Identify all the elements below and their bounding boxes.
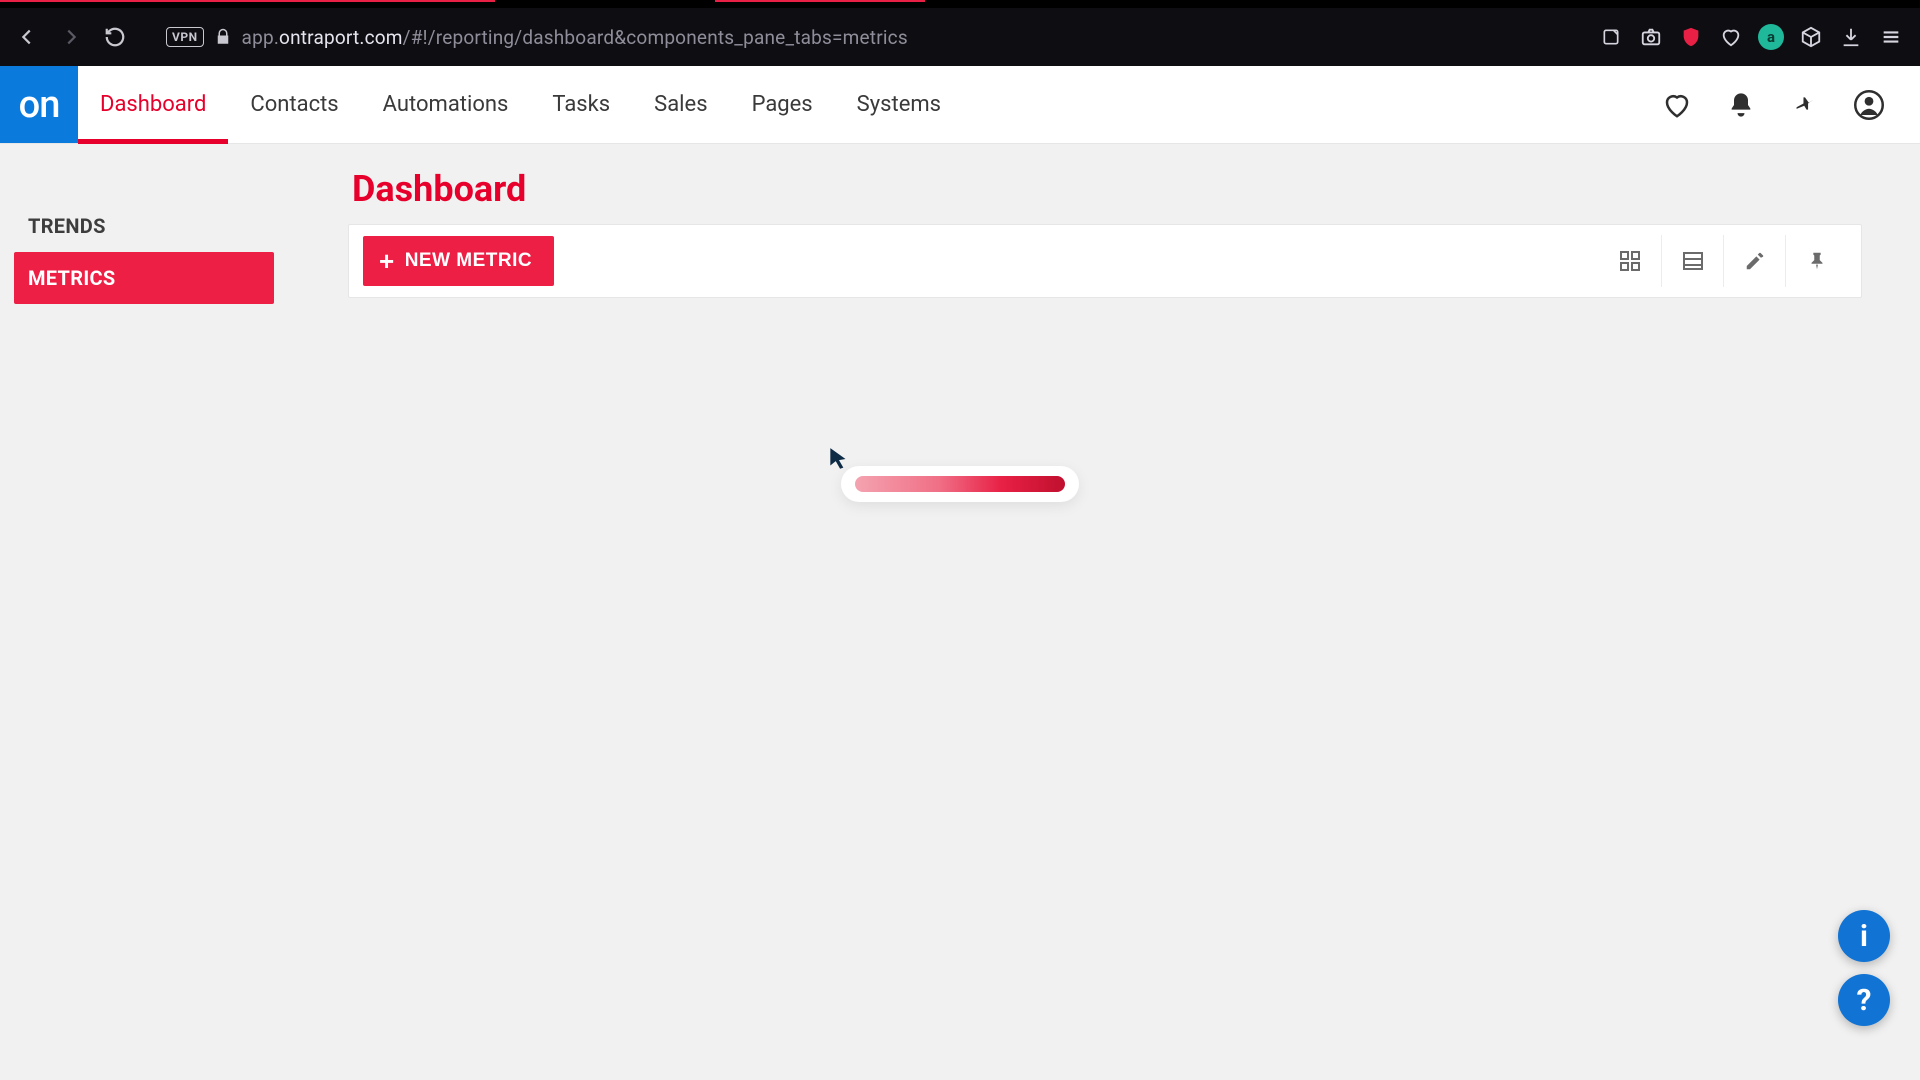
header-right [1662,66,1920,143]
nav-contacts[interactable]: Contacts [228,66,360,143]
toolbar: + NEW METRIC [348,224,1862,298]
new-metric-button[interactable]: + NEW METRIC [363,236,554,286]
profile-avatar[interactable]: a [1758,24,1784,50]
cursor-icon [826,446,852,472]
help-fab[interactable]: ? [1838,974,1890,1026]
cube-icon[interactable] [1798,24,1824,50]
address-bar-row: VPN app.ontraport.com/#!/reporting/dashb… [0,8,1920,66]
nav-systems[interactable]: Systems [835,66,963,143]
app-root: on Dashboard Contacts Automations Tasks … [0,66,1920,1080]
back-button[interactable] [10,20,44,54]
chrome-right-icons: a [1598,24,1910,50]
pin-icon[interactable] [1790,90,1820,120]
nav-tasks[interactable]: Tasks [530,66,632,143]
url-path: /#!/reporting/dashboard&components_pane_… [403,26,908,49]
url-host: ontraport.com [279,26,403,49]
nav-sales[interactable]: Sales [632,66,729,143]
app-logo[interactable]: on [0,66,78,143]
vpn-badge[interactable]: VPN [166,27,204,47]
sidebar-metrics[interactable]: METRICS [14,252,274,304]
main-nav: Dashboard Contacts Automations Tasks Sal… [78,66,963,143]
menu-icon[interactable] [1878,24,1904,50]
loading-indicator [841,466,1079,502]
camera-icon[interactable] [1638,24,1664,50]
notifications-icon[interactable] [1726,90,1756,120]
list-view-button[interactable] [1661,235,1723,287]
main-content: Dashboard + NEW METRIC [288,144,1920,1080]
download-icon[interactable] [1838,24,1864,50]
nav-pages[interactable]: Pages [730,66,835,143]
url-display[interactable]: app.ontraport.com/#!/reporting/dashboard… [242,26,1588,49]
nav-dashboard[interactable]: Dashboard [78,66,228,143]
plus-icon: + [379,248,395,274]
tab-strip [0,0,1920,8]
nav-automations[interactable]: Automations [361,66,531,143]
app-header: on Dashboard Contacts Automations Tasks … [0,66,1920,144]
page-title: Dashboard [352,168,1862,210]
info-fab[interactable]: i [1838,910,1890,962]
reload-button[interactable] [98,20,132,54]
toolbar-right [1599,235,1847,287]
new-metric-label: NEW METRIC [405,250,532,272]
account-icon[interactable] [1854,90,1884,120]
browser-chrome: VPN app.ontraport.com/#!/reporting/dashb… [0,0,1920,66]
forward-button[interactable] [54,20,88,54]
url-prefix: app. [242,26,279,49]
favorites-icon[interactable] [1662,90,1692,120]
sidebar: TRENDS METRICS [0,144,288,1080]
shield-icon[interactable] [1678,24,1704,50]
sidebar-trends[interactable]: TRENDS [14,200,274,252]
grid-view-button[interactable] [1599,235,1661,287]
heart-icon[interactable] [1718,24,1744,50]
edit-button[interactable] [1723,235,1785,287]
pin-button[interactable] [1785,235,1847,287]
app-body: TRENDS METRICS Dashboard + NEW METRIC [0,144,1920,1080]
progress-bar [855,476,1065,492]
edit-page-icon[interactable] [1598,24,1624,50]
lock-icon[interactable] [214,28,232,46]
